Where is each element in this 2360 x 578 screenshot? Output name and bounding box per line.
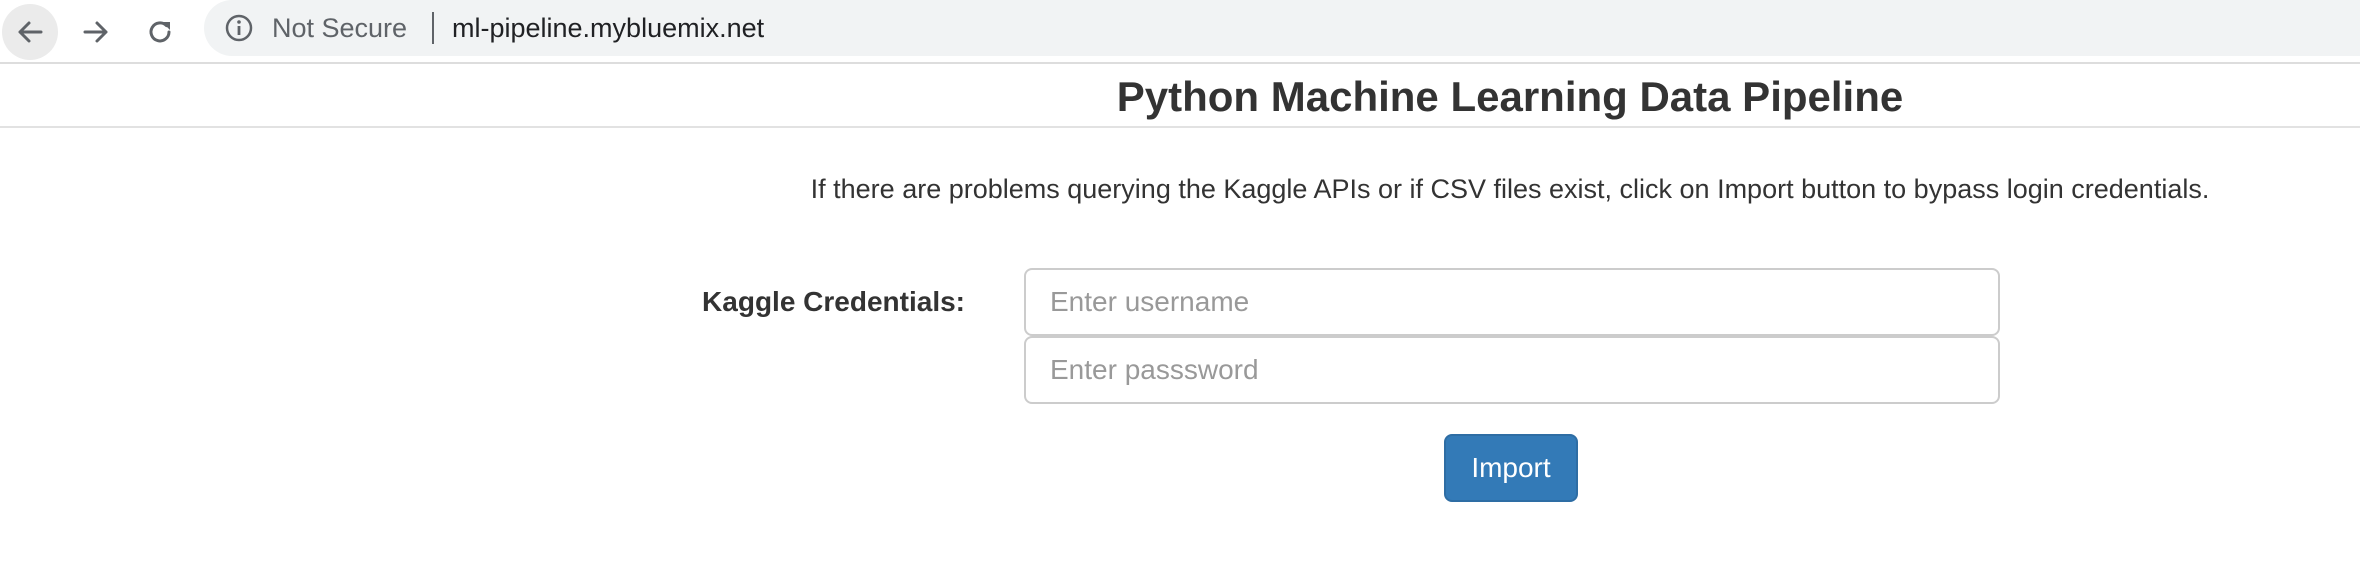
security-status[interactable]: Not Secure [272,13,407,43]
browser-toolbar: Not Secure ml-pipeline.mybluemix.net [0,0,2360,64]
credentials-label: Kaggle Credentials: [702,286,965,317]
header-divider [0,126,2360,128]
arrow-left-icon [18,21,43,43]
arrow-right-icon [83,21,108,43]
help-text: If there are problems querying the Kaggl… [810,174,2210,204]
address-divider [432,12,434,44]
username-input[interactable] [1024,268,2000,336]
page-title: Python Machine Learning Data Pipeline [1116,73,1904,120]
import-button[interactable]: Import [1444,434,1578,502]
info-icon[interactable] [224,13,254,43]
back-button[interactable] [2,4,58,60]
address-bar[interactable]: Not Secure ml-pipeline.mybluemix.net [204,0,2360,56]
url-text[interactable]: ml-pipeline.mybluemix.net [452,13,764,43]
password-input[interactable] [1024,336,2000,404]
reload-button[interactable] [132,4,188,60]
forward-button[interactable] [68,4,124,60]
reload-icon [149,21,171,43]
